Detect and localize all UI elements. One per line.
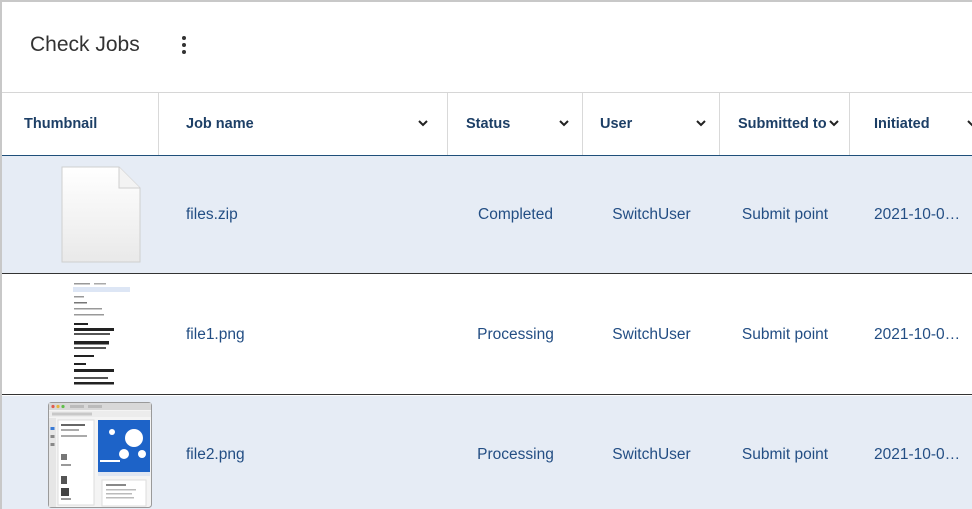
submitted-to-cell: Submit point [741,325,829,343]
thumbnail-cell [2,396,159,509]
column-header-job-name[interactable]: Job name [159,93,448,155]
blank-file-icon [61,166,141,263]
thumbnail-cell [2,275,159,394]
column-header-status[interactable]: Status [448,93,583,155]
job-name-link[interactable]: file1.png [186,326,245,344]
column-header-label: Submitted to [738,116,827,132]
job-name-cell[interactable]: file1.png [186,275,436,394]
page-title: Check Jobs [30,33,140,56]
job-name-cell[interactable]: file2.png [186,396,436,509]
chevron-down-icon[interactable] [417,117,429,129]
chevron-down-icon[interactable] [828,117,840,129]
table-row[interactable]: file1.png Processing SwitchUser Submit p… [2,275,972,395]
column-header-label: Job name [186,116,254,132]
table-row[interactable]: files.zip Completed SwitchUser Submit po… [2,156,972,274]
status-cell: Processing [477,325,554,343]
chevron-down-icon[interactable] [695,117,707,129]
user-cell: SwitchUser [612,325,691,343]
column-header-user[interactable]: User [583,93,720,155]
initiated-cell: 2021-10-0… [874,446,961,463]
column-header-label: Thumbnail [24,116,98,132]
user-cell: SwitchUser [612,205,691,223]
column-header-thumbnail: Thumbnail [2,93,159,155]
chevron-down-icon[interactable] [966,117,972,129]
user-cell: SwitchUser [612,446,691,463]
column-header-label: Initiated [874,116,930,132]
submitted-to-cell: Submit point [741,205,829,223]
column-header-initiated[interactable]: Initiated [850,93,972,155]
thumbnail-cell [2,156,159,273]
job-name-link[interactable]: file2.png [186,446,245,464]
text-document-preview [70,281,132,387]
column-header-label: User [600,116,633,132]
submitted-to-cell: Submit point [741,446,829,463]
status-cell: Completed [478,205,553,223]
table-row[interactable]: file2.png Processing SwitchUser Submit p… [2,396,972,509]
table-header: Thumbnail Job name Status User Submitted… [2,93,972,156]
column-header-submitted-to[interactable]: Submitted to [720,93,850,155]
panel-header: Check Jobs [2,2,972,93]
check-jobs-panel: Check Jobs Thumbnail Job name Status Use… [0,0,972,509]
initiated-cell: 2021-10-0… [874,325,961,343]
job-name-link[interactable]: files.zip [186,206,238,224]
job-name-cell[interactable]: files.zip [186,156,436,273]
app-window-preview [48,402,152,508]
initiated-cell: 2021-10-0… [874,205,961,223]
column-header-label: Status [466,116,511,132]
chevron-down-icon[interactable] [558,117,570,129]
kebab-menu-icon[interactable] [174,32,194,58]
status-cell: Processing [477,446,554,463]
